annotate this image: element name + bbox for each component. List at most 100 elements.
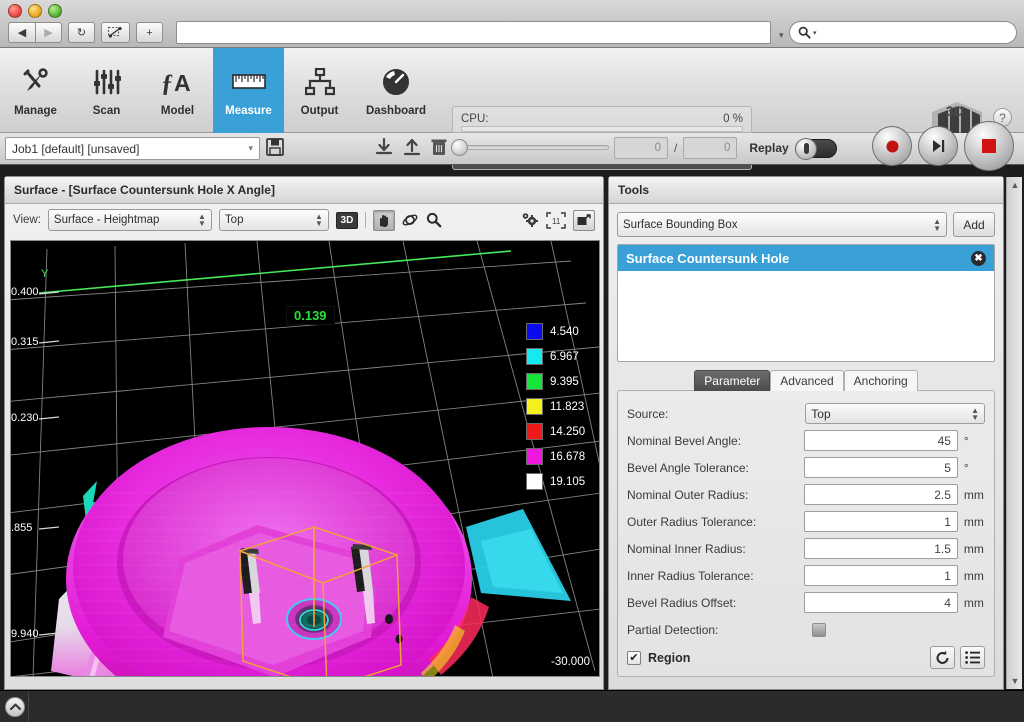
tab-advanced[interactable]: Advanced: [770, 370, 844, 391]
mode-tab-dashboard[interactable]: Dashboard: [355, 48, 437, 133]
record-icon: [886, 140, 898, 152]
save-job-button[interactable]: [266, 138, 284, 161]
view-settings-button[interactable]: [521, 212, 539, 228]
scroll-down-button[interactable]: ▼: [1007, 673, 1023, 689]
mode-tab-model[interactable]: ƒ A Model: [142, 48, 213, 133]
rotate-tool-button[interactable]: [402, 212, 419, 228]
add-tool-button[interactable]: Add: [953, 212, 995, 237]
share-button[interactable]: [101, 22, 130, 43]
expand-view-button[interactable]: [573, 209, 595, 231]
hand-icon: [380, 214, 389, 227]
replay-toggle[interactable]: [794, 137, 837, 160]
collapse-panel-button[interactable]: [5, 697, 25, 717]
nominal-bevel-angle-input[interactable]: 45: [804, 430, 958, 451]
field-source: Source: Top ▲ ▼: [627, 400, 985, 427]
y-tick-label: 9.940: [11, 628, 39, 640]
tool-list[interactable]: Surface Countersunk Hole ✖: [617, 244, 995, 362]
inner-radius-tolerance-input[interactable]: 1: [804, 565, 958, 586]
reload-button[interactable]: ↻: [68, 22, 95, 43]
download-button[interactable]: [375, 138, 393, 156]
url-input[interactable]: [176, 21, 771, 44]
url-dropdown-icon[interactable]: ▾: [779, 30, 784, 40]
tool-type-select[interactable]: Surface Bounding Box ▲ ▼: [617, 212, 947, 237]
field-unit: °: [963, 460, 969, 475]
forward-button[interactable]: ▶: [35, 22, 62, 43]
field-label: Nominal Outer Radius:: [627, 487, 749, 502]
legend-item: 4.540: [526, 323, 585, 340]
partial-detection-checkbox[interactable]: [812, 622, 826, 637]
bevel-radius-offset-input[interactable]: 4: [804, 592, 958, 613]
slider-handle[interactable]: [451, 138, 468, 156]
close-window-button[interactable]: [8, 4, 22, 18]
mode-tab-label: Scan: [92, 104, 121, 117]
mode-tab-output[interactable]: Output: [284, 48, 355, 133]
job-toolbar: Job1 [default] [unsaved] ▾ 0 / 0 Replay: [0, 121, 1024, 171]
trash-icon: [431, 139, 447, 155]
field-label: Bevel Radius Offset:: [627, 595, 737, 610]
delete-button[interactable]: [431, 138, 447, 156]
job-select[interactable]: Job1 [default] [unsaved] ▾: [5, 137, 260, 160]
nominal-outer-radius-input[interactable]: 2.5: [804, 484, 958, 505]
back-button[interactable]: ◀: [8, 22, 35, 43]
mode-tab-label: Manage: [14, 104, 57, 117]
minimize-window-button[interactable]: [28, 4, 42, 18]
chevron-down-icon: ▾: [248, 143, 253, 153]
zoom-tool-button[interactable]: [426, 212, 442, 228]
field-unit: mm: [963, 487, 984, 502]
frame-current-field[interactable]: 0: [614, 137, 668, 159]
new-tab-button[interactable]: +: [136, 22, 163, 43]
view-mode-select[interactable]: Surface - Heightmap ▲ ▼: [47, 209, 212, 231]
legend-value: 6.967: [550, 350, 579, 363]
frame-total-field: 0: [683, 137, 738, 159]
legend-swatch: [526, 348, 543, 365]
view-label: View:: [13, 214, 41, 226]
nominal-inner-radius-input[interactable]: 1.5: [804, 538, 958, 559]
upload-icon: [403, 138, 421, 156]
reset-region-button[interactable]: [930, 646, 955, 669]
reset-icon: [936, 650, 949, 664]
tab-parameter[interactable]: Parameter: [694, 370, 771, 391]
pan-tool-button[interactable]: [372, 209, 395, 231]
replay-label: Replay: [749, 141, 789, 155]
scroll-up-button[interactable]: ▲: [1007, 177, 1023, 193]
fit-view-button[interactable]: 11: [546, 211, 566, 229]
measurement-callout: 0.139: [286, 306, 335, 325]
updown-arrows-icon: ▲ ▼: [315, 212, 323, 228]
tab-anchoring[interactable]: Anchoring: [843, 370, 918, 391]
view-mode-value: Surface - Heightmap: [53, 214, 160, 226]
bevel-angle-tolerance-input[interactable]: 5: [804, 457, 958, 478]
axis-label-y: Y: [41, 268, 49, 280]
stat-cpu: CPU: 0 %: [461, 113, 743, 132]
toggle-3d-button[interactable]: 3D: [335, 211, 358, 229]
upload-button[interactable]: [403, 138, 421, 156]
step-forward-button[interactable]: [918, 126, 958, 166]
page-scrollbar[interactable]: ▲ ▼: [1006, 177, 1022, 689]
region-buttons: [930, 646, 985, 669]
region-list-button[interactable]: [960, 646, 985, 669]
view-orientation-select[interactable]: Top ▲ ▼: [218, 209, 329, 231]
close-icon[interactable]: ✖: [971, 250, 986, 266]
surface-3d-viewport[interactable]: Y 0.400 0.315 0.230 .855 9.940 0.139 4.5…: [10, 240, 600, 677]
mode-tab-scan[interactable]: Scan: [71, 48, 142, 133]
field-label: Outer Radius Tolerance:: [627, 514, 757, 529]
region-checkbox[interactable]: ✔: [627, 650, 641, 665]
url-input-field[interactable]: [177, 22, 770, 43]
search-input[interactable]: ▾: [789, 21, 1017, 44]
frame-separator: /: [674, 141, 678, 155]
acquisition-controls: [872, 121, 1014, 171]
y-tick-label: 0.315: [11, 336, 39, 348]
svg-text:11: 11: [552, 217, 561, 226]
stop-button[interactable]: [964, 121, 1014, 171]
maximize-window-button[interactable]: [48, 4, 62, 18]
source-select[interactable]: Top ▲ ▼: [805, 403, 985, 424]
tool-list-item[interactable]: Surface Countersunk Hole ✖: [618, 245, 994, 271]
outer-radius-tolerance-input[interactable]: 1: [804, 511, 958, 532]
mode-tab-manage[interactable]: Manage: [0, 48, 71, 133]
viewport-corner-value: -30.000: [550, 656, 590, 668]
search-dropdown-icon[interactable]: ▾: [813, 29, 817, 37]
mode-tab-measure[interactable]: Measure: [213, 48, 284, 133]
record-button[interactable]: [872, 126, 912, 166]
job-slider[interactable]: [451, 138, 609, 156]
application-window: ◀ ▶ ↻ + ▾ ▾ Manage Scan ƒ A Model Measur…: [0, 0, 1024, 722]
parameter-pane: Source: Top ▲ ▼ Nominal Bevel Angle: 45 °…: [617, 390, 995, 677]
